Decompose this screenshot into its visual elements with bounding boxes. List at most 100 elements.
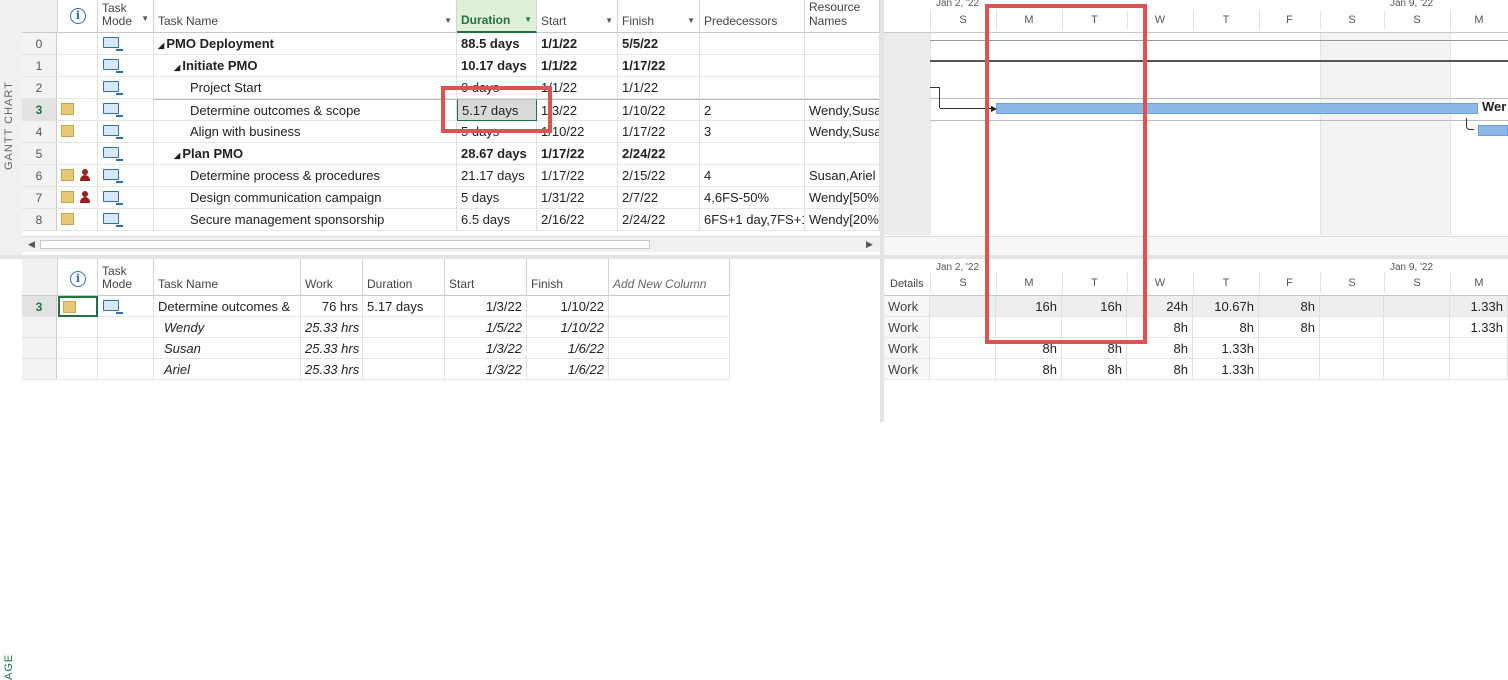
work-cell[interactable]: 8h	[1259, 317, 1320, 338]
gantt-chart-scrollbar[interactable]	[884, 236, 1508, 255]
chevron-down-icon[interactable]: ▼	[687, 16, 695, 25]
cell-res[interactable]: Susan,Ariel	[805, 165, 880, 187]
note-icon[interactable]	[61, 103, 74, 115]
usage-cell-start[interactable]: 1/3/22	[445, 296, 527, 317]
header-resource-names[interactable]: Resource Names	[805, 0, 880, 33]
usage-cell-start[interactable]: 1/3/22	[445, 338, 527, 359]
usage-cell-start[interactable]: 1/5/22	[445, 317, 527, 338]
indicator-cell[interactable]	[58, 165, 98, 187]
scroll-left-icon[interactable]: ◀	[28, 239, 35, 250]
row-id[interactable]: 2	[22, 77, 57, 99]
usage-cell-duration[interactable]	[363, 359, 445, 380]
work-cell[interactable]: 8h	[1259, 296, 1320, 317]
usage-task-mode-cell[interactable]	[98, 338, 154, 359]
select-all-corner[interactable]	[22, 0, 58, 33]
cell-res[interactable]: Wendy,Susa	[805, 99, 880, 121]
row-id[interactable]: 4	[22, 121, 57, 143]
note-icon[interactable]	[61, 213, 74, 225]
usage-header-finish[interactable]: Finish	[527, 259, 609, 296]
row-id[interactable]: 3	[22, 99, 57, 121]
work-cell[interactable]	[1259, 338, 1320, 359]
chevron-down-icon[interactable]: ▼	[141, 12, 149, 25]
row-id[interactable]: 6	[22, 165, 57, 187]
usage-cell-work[interactable]: 25.33 hrs	[301, 317, 363, 338]
cell-res[interactable]: Wendy[50%	[805, 187, 880, 209]
usage-cell-work[interactable]: 25.33 hrs	[301, 359, 363, 380]
cell-finish[interactable]: 2/15/22	[618, 165, 700, 187]
usage-task-mode-cell[interactable]	[98, 296, 154, 317]
cell-duration[interactable]: 5 days	[457, 187, 537, 209]
work-cell[interactable]: 8h	[1127, 359, 1193, 380]
work-cell[interactable]: 8h	[996, 359, 1062, 380]
row-id[interactable]: 5	[22, 143, 57, 165]
usage-header-duration[interactable]: Duration	[363, 259, 445, 296]
usage-cell-finish[interactable]: 1/10/22	[527, 317, 609, 338]
cell-finish[interactable]: 2/7/22	[618, 187, 700, 209]
cell-res[interactable]	[805, 55, 880, 77]
cell-duration[interactable]: 6.5 days	[457, 209, 537, 231]
cell-start[interactable]: 1/31/22	[537, 187, 618, 209]
task-mode-cell[interactable]	[98, 99, 154, 121]
cell-pred[interactable]	[700, 33, 805, 55]
indicator-cell[interactable]	[58, 121, 98, 143]
work-cell[interactable]	[1259, 359, 1320, 380]
usage-indicator-cell[interactable]	[58, 317, 98, 338]
task-mode-cell[interactable]	[98, 209, 154, 231]
work-cell[interactable]: 1.33h	[1450, 296, 1508, 317]
row-id[interactable]: 0	[22, 33, 57, 55]
header-duration[interactable]: Duration ▼	[457, 0, 537, 33]
usage-cell-name[interactable]: Susan	[154, 338, 301, 359]
cell-name[interactable]: Design communication campaign	[154, 187, 457, 209]
cell-name[interactable]: Align with business	[154, 121, 457, 143]
usage-cell-finish[interactable]: 1/6/22	[527, 338, 609, 359]
cell-res[interactable]: Wendy[20%	[805, 209, 880, 231]
usage-header-start[interactable]: Start	[445, 259, 527, 296]
usage-cell-name[interactable]: Ariel	[154, 359, 301, 380]
work-cell[interactable]: 10.67h	[1193, 296, 1259, 317]
header-task-name[interactable]: Task Name ▼	[154, 0, 457, 33]
note-icon[interactable]	[63, 301, 76, 313]
usage-indicator-cell[interactable]	[58, 359, 98, 380]
task-mode-cell[interactable]	[98, 143, 154, 165]
usage-header-work[interactable]: Work	[301, 259, 363, 296]
task-mode-cell[interactable]	[98, 165, 154, 187]
task-mode-cell[interactable]	[98, 33, 154, 55]
row-id[interactable]: 1	[22, 55, 57, 77]
cell-duration[interactable]: 28.67 days	[457, 143, 537, 165]
usage-header-add-column[interactable]: Add New Column	[609, 259, 730, 296]
cell-start[interactable]: 1/17/22	[537, 165, 618, 187]
indicator-cell[interactable]	[58, 143, 98, 165]
usage-cell-add[interactable]	[609, 317, 730, 338]
usage-cell-duration[interactable]	[363, 317, 445, 338]
cell-duration[interactable]: 21.17 days	[457, 165, 537, 187]
cell-pred[interactable]: 2	[700, 99, 805, 121]
header-task-mode[interactable]: Task Mode ▼	[98, 0, 154, 33]
cell-pred[interactable]	[700, 143, 805, 165]
cell-pred[interactable]: 4,6FS-50%	[700, 187, 805, 209]
usage-task-mode-cell[interactable]	[98, 317, 154, 338]
cell-name[interactable]: ◢ Plan PMO	[154, 143, 457, 165]
header-start[interactable]: Start ▼	[537, 0, 618, 33]
work-cell[interactable]	[1384, 338, 1450, 359]
cell-start[interactable]: 1/1/22	[537, 55, 618, 77]
cell-name[interactable]: Project Start	[154, 77, 457, 99]
cell-finish[interactable]: 2/24/22	[618, 209, 700, 231]
note-icon[interactable]	[61, 169, 74, 181]
header-predecessors[interactable]: Predecessors	[700, 0, 805, 33]
cell-finish[interactable]: 2/24/22	[618, 143, 700, 165]
indicator-cell[interactable]	[58, 99, 98, 121]
row-id[interactable]: 8	[22, 209, 57, 231]
usage-header-task-mode[interactable]: Task Mode	[98, 259, 154, 296]
usage-cell-work[interactable]: 25.33 hrs	[301, 338, 363, 359]
task-mode-cell[interactable]	[98, 77, 154, 99]
cell-res[interactable]	[805, 143, 880, 165]
usage-indicator-cell[interactable]	[58, 338, 98, 359]
chevron-down-icon[interactable]: ▼	[524, 15, 532, 24]
usage-cell-finish[interactable]: 1/6/22	[527, 359, 609, 380]
gantt-table-scrollbar[interactable]: ◀ ▶	[22, 236, 880, 252]
overallocated-person-icon[interactable]	[80, 169, 90, 181]
header-finish[interactable]: Finish ▼	[618, 0, 700, 33]
work-cell[interactable]: 8h	[1193, 317, 1259, 338]
scroll-right-icon[interactable]: ▶	[866, 239, 873, 250]
usage-header-task-name[interactable]: Task Name	[154, 259, 301, 296]
